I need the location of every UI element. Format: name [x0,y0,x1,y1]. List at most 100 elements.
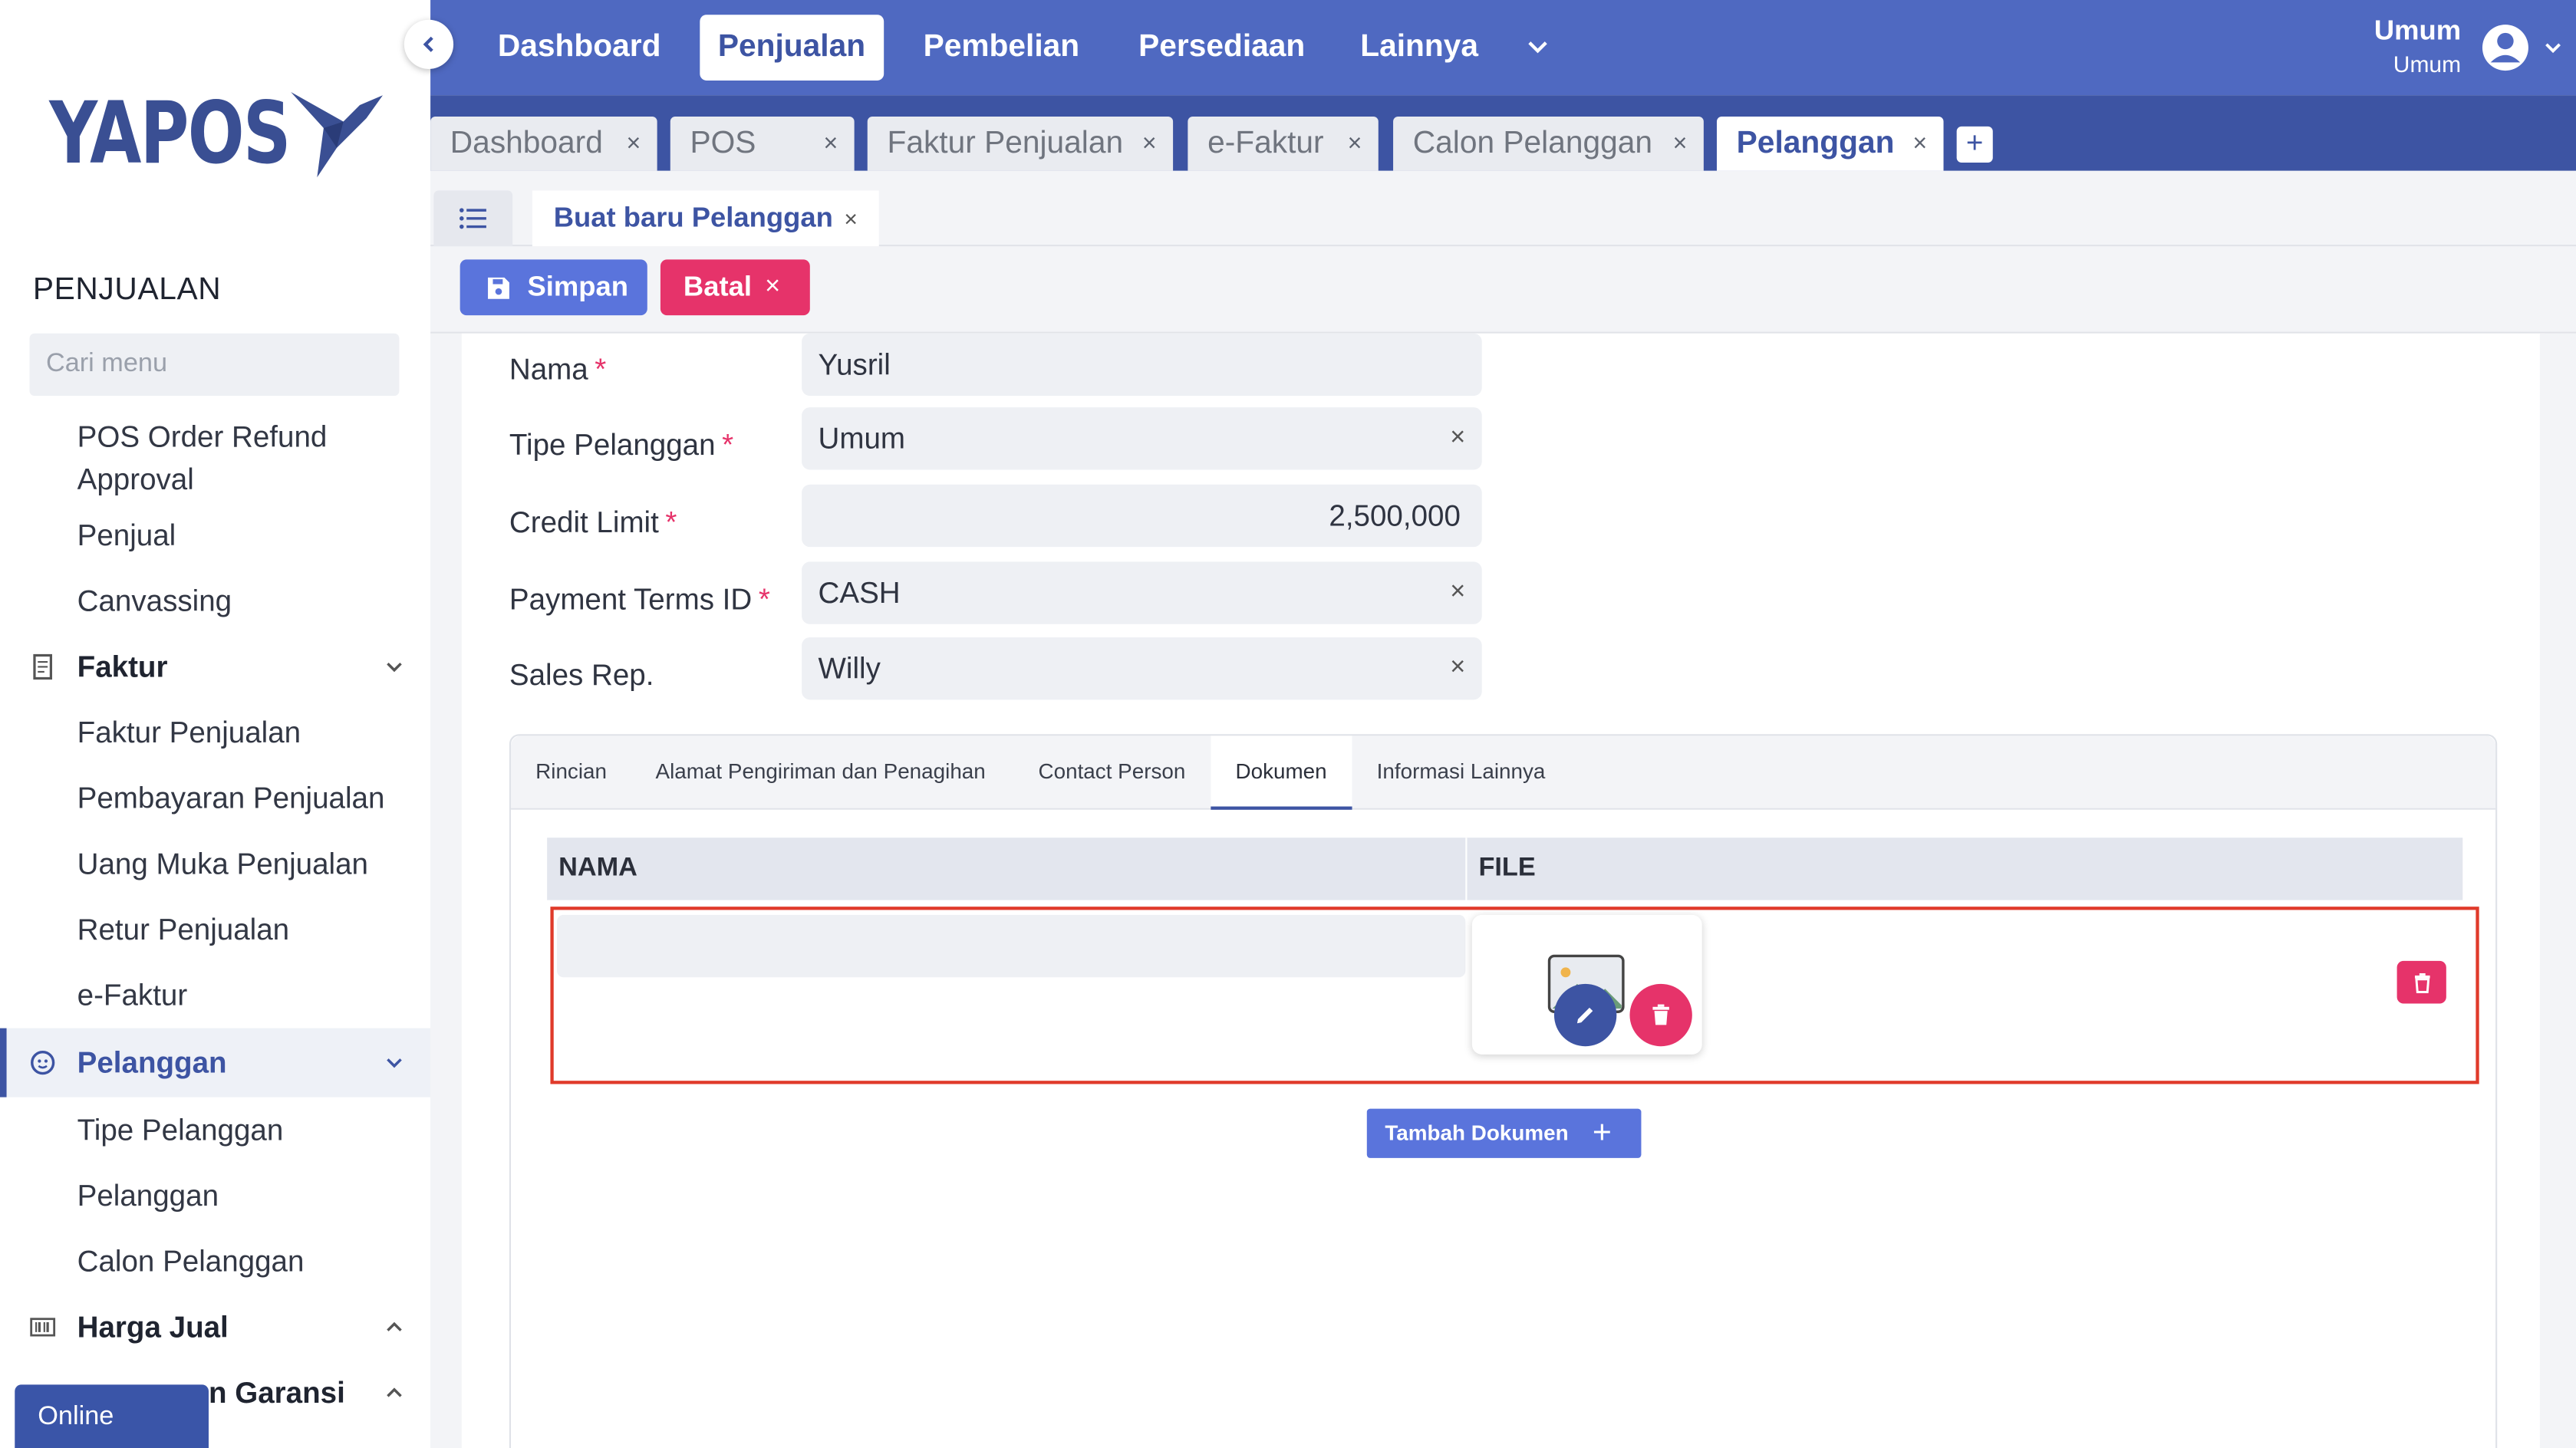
menu-search-input[interactable] [45,350,387,380]
tab-rincian[interactable]: Rincian [511,736,631,809]
tab-pelanggan[interactable]: Pelanggan × [1716,117,1944,171]
menu-search[interactable] [29,333,400,397]
input-value: Willy [818,652,881,686]
sidebar-item-pembayaran-penjualan[interactable]: Pembayaran Penjualan [0,765,430,831]
cancel-button[interactable]: Batal × [660,259,810,316]
sidebar-item-calon-pelanggan[interactable]: Calon Pelanggan [0,1229,430,1295]
label-text: Payment Terms ID [509,583,753,617]
tab-faktur-penjualan[interactable]: Faktur Penjualan × [867,117,1174,171]
sidebar-group-harga-jual[interactable]: Harga Jual [0,1295,430,1361]
nama-input[interactable]: Yusril [802,333,1482,397]
sidebar-section-title: PENJUALAN [32,272,222,308]
input-value: Umum [818,422,906,456]
label-text: Sales Rep. [509,658,654,692]
tab-efaktur[interactable]: e-Faktur × [1188,117,1379,171]
tab-label: Faktur Penjualan [887,126,1124,161]
nav-penjualan[interactable]: Penjualan [700,15,884,81]
add-document-button[interactable]: Tambah Dokumen + [1366,1108,1642,1158]
trash-icon [1652,1004,1669,1025]
logo-text: YAPOS [49,85,291,184]
tab-calon-pelanggan[interactable]: Calon Pelanggan × [1393,117,1704,171]
list-view-button[interactable] [433,190,513,247]
field-label: Sales Rep. [509,650,654,699]
required-mark: * [665,505,677,539]
chevron-left-icon [423,36,433,52]
tab-alamat[interactable]: Alamat Pengiriman dan Penagihan [631,736,1010,809]
sidebar-item-label: Pelanggan [77,1179,219,1213]
sidebar-item-pelanggan[interactable]: Pelanggan [0,1163,430,1229]
credit-limit-input[interactable]: 2,500,000 [802,484,1482,548]
tab-pos[interactable]: POS × [670,117,855,171]
close-icon[interactable]: × [1142,117,1157,171]
nav-lainnya[interactable]: Lainnya [1342,15,1497,81]
list-icon [460,208,486,229]
close-icon[interactable]: × [844,190,858,246]
file-preview-card[interactable] [1471,914,1702,1055]
delete-file-button[interactable] [1629,983,1692,1047]
table-header: NAMA FILE [547,838,2463,900]
sidebar-item-tipe-pelanggan[interactable]: Tipe Pelanggan [0,1098,430,1163]
sidebar-item-uang-muka[interactable]: Uang Muka Penjualan [0,831,430,897]
cancel-label: Batal [683,271,752,303]
payment-terms-select[interactable]: CASH × [802,561,1482,624]
sidebar-item-efaktur[interactable]: e-Faktur [0,963,430,1028]
edit-file-button[interactable] [1553,983,1617,1047]
user-name: Umum [2373,15,2462,46]
clear-icon[interactable]: × [1450,407,1465,469]
online-status-badge[interactable]: Online [15,1384,209,1448]
sales-rep-select[interactable]: Willy × [802,637,1482,700]
tab-label: POS [690,126,756,161]
sidebar-item-retur-penjualan[interactable]: Retur Penjualan [0,897,430,963]
sidebar-item-penjual[interactable]: Penjual [0,502,430,568]
customer-form: Nama * Yusril Tipe Pelanggan * Umum × Credi… [461,333,2545,1448]
close-icon[interactable]: × [823,117,838,171]
save-button[interactable]: Simpan [460,259,647,316]
sidebar-item-label: e-Faktur [77,979,188,1012]
required-mark: * [722,428,734,462]
sidebar-group-faktur[interactable]: Faktur [0,634,430,700]
close-icon[interactable]: × [1912,117,1927,171]
chevron-down-icon[interactable] [2543,38,2563,58]
close-icon[interactable]: × [1673,117,1688,171]
tab-informasi-lainnya[interactable]: Informasi Lainnya [1352,736,1570,809]
user-info[interactable]: Umum Umum [2374,15,2461,77]
document-name-input[interactable] [557,914,1466,978]
nav-pembelian[interactable]: Pembelian [905,15,1098,81]
user-avatar-icon[interactable] [2481,23,2530,72]
clear-icon[interactable]: × [1450,637,1465,699]
tab-dokumen[interactable]: Dokumen [1211,736,1352,810]
sidebar-group-label: Faktur [77,650,168,683]
delete-row-button[interactable] [2396,960,2446,1004]
nav-dashboard[interactable]: Dashboard [479,15,679,81]
table-row [550,907,2479,1084]
chevron-down-icon[interactable] [1524,33,1550,59]
tipe-pelanggan-select[interactable]: Umum × [802,407,1482,470]
clear-icon[interactable]: × [1450,561,1465,624]
bird-logo-icon [291,91,383,178]
column-header-nama: NAMA [558,854,637,883]
action-bar: Simpan Batal × [430,246,2576,334]
nav-persediaan[interactable]: Persediaan [1121,15,1323,81]
barcode-icon [30,1318,56,1337]
add-document-label: Tambah Dokumen [1385,1120,1569,1145]
sidebar-item-label: Faktur Penjualan [77,716,301,749]
tab-contact-person[interactable]: Contact Person [1013,736,1210,809]
label-text: Credit Limit [509,505,659,539]
sidebar-group-pelanggan[interactable]: Pelanggan [0,1028,431,1098]
sidebar-collapse-button[interactable] [404,19,454,69]
sidebar-item-canvassing[interactable]: Canvassing [0,568,430,634]
sidebar-item-faktur-penjualan[interactable]: Faktur Penjualan [0,699,430,765]
add-tab-button[interactable]: + [1956,126,1993,163]
user-role: Umum [2393,51,2462,77]
doc-tab-new-customer[interactable]: Buat baru Pelanggan × [532,190,879,247]
sidebar-item-pos-refund[interactable]: POS Order Refund Approval [0,414,430,503]
input-value: 2,500,000 [1329,499,1461,532]
scroll-gutter [2539,333,2576,1448]
close-icon[interactable]: × [626,117,641,171]
tab-dashboard[interactable]: Dashboard × [430,117,657,171]
document-tabs: Buat baru Pelanggan × [430,170,2576,247]
top-navigation: Dashboard Penjualan Pembelian Persediaan… [430,0,2576,96]
close-icon[interactable]: × [1348,117,1362,171]
logo: YAPOS [49,85,383,184]
customer-face-icon [31,1050,55,1075]
